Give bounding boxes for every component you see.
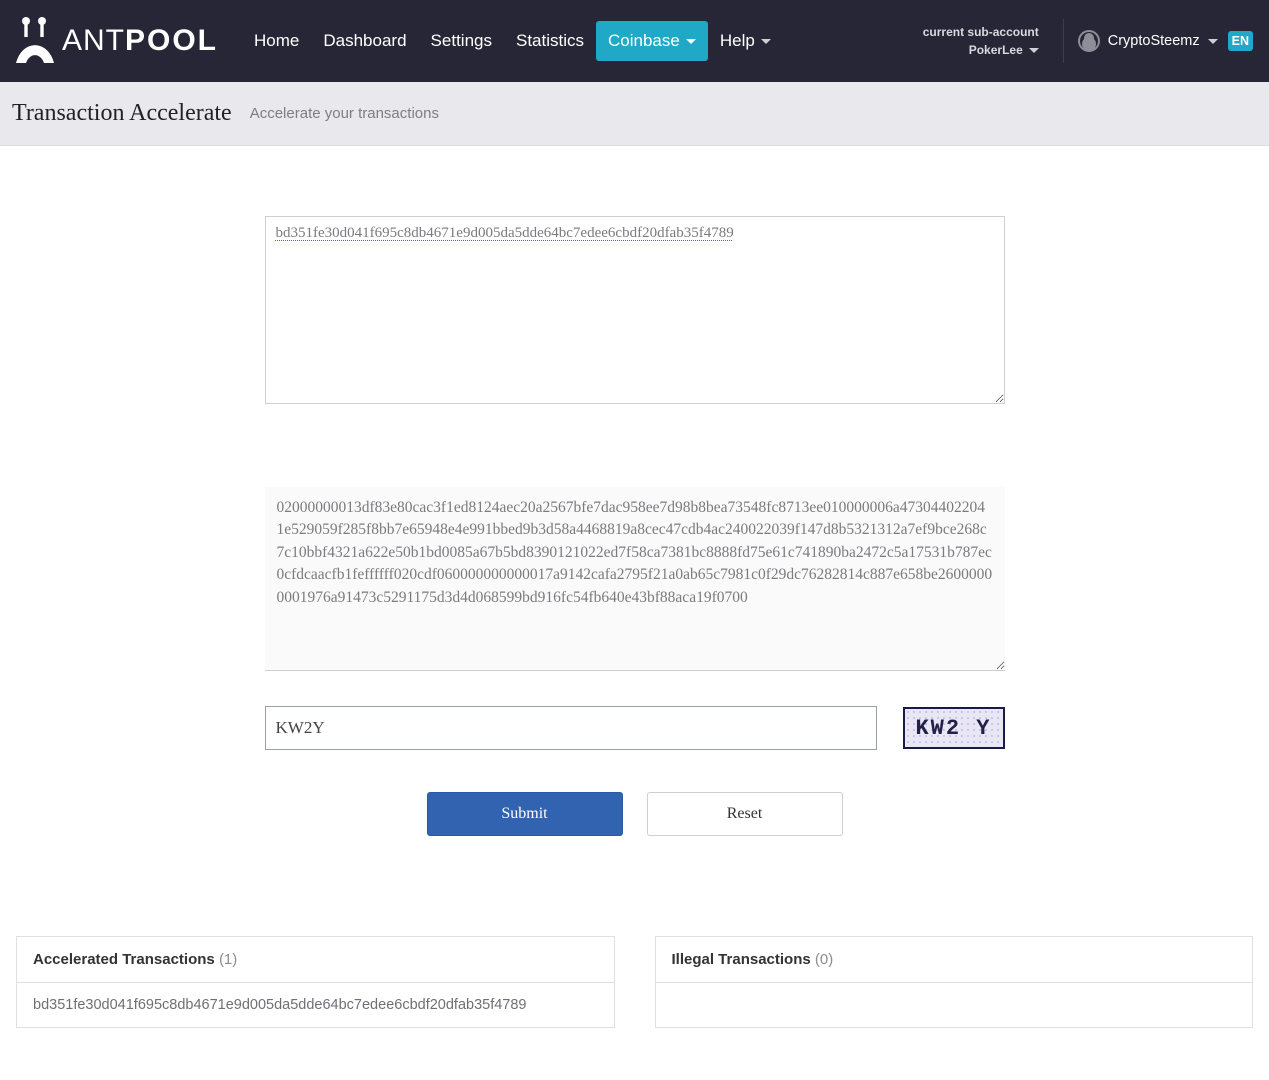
- captcha-image[interactable]: KW2 Y: [903, 707, 1005, 749]
- nav-help[interactable]: Help: [708, 21, 783, 61]
- caret-down-icon: [686, 39, 696, 44]
- rawtx-input[interactable]: [265, 487, 1005, 671]
- nav-settings[interactable]: Settings: [419, 21, 504, 61]
- page-subheader: Transaction Accelerate Accelerate your t…: [0, 82, 1269, 146]
- result-panels: Accelerated Transactions (1) bd351fe30d0…: [0, 896, 1269, 1068]
- reset-button[interactable]: Reset: [647, 792, 843, 836]
- illegal-title: Illegal Transactions: [672, 951, 811, 968]
- top-navbar: ANTPOOL Home Dashboard Settings Statisti…: [0, 0, 1269, 82]
- username-label: CryptoSteemz: [1108, 33, 1200, 49]
- accelerate-form: KW2 Y Submit Reset: [0, 146, 1269, 896]
- submit-button[interactable]: Submit: [427, 792, 623, 836]
- brand-logo[interactable]: ANTPOOL: [12, 15, 218, 67]
- captcha-row: KW2 Y: [265, 706, 1005, 750]
- nav-coinbase[interactable]: Coinbase: [596, 21, 708, 61]
- nav-dashboard[interactable]: Dashboard: [311, 21, 418, 61]
- illegal-count: (0): [815, 951, 833, 968]
- accelerated-panel-head: Accelerated Transactions (1): [17, 937, 614, 983]
- nav-coinbase-label: Coinbase: [608, 31, 680, 51]
- page-title: Transaction Accelerate: [12, 100, 232, 127]
- accelerated-title: Accelerated Transactions: [33, 951, 215, 968]
- nav-statistics[interactable]: Statistics: [504, 21, 596, 61]
- vertical-divider: [1063, 19, 1064, 63]
- caret-down-icon: [761, 39, 771, 44]
- language-switch[interactable]: EN: [1228, 31, 1253, 51]
- ant-logo-icon: [12, 15, 58, 67]
- nav-help-label: Help: [720, 31, 755, 51]
- caret-down-icon: [1208, 39, 1218, 44]
- user-menu[interactable]: CryptoSteemz: [1078, 30, 1218, 52]
- accelerated-panel: Accelerated Transactions (1) bd351fe30d0…: [16, 936, 615, 1028]
- sub-account-selector[interactable]: current sub-account PokerLee: [923, 23, 1039, 59]
- accelerated-count: (1): [219, 951, 237, 968]
- nav-home[interactable]: Home: [242, 21, 311, 61]
- txid-input[interactable]: [265, 216, 1005, 404]
- accelerated-row: bd351fe30d041f695c8db4671e9d005da5dde64b…: [17, 983, 614, 1027]
- avatar-icon: [1078, 30, 1100, 52]
- sub-account-label: current sub-account: [923, 23, 1039, 41]
- captcha-input[interactable]: [265, 706, 877, 750]
- sub-account-value: PokerLee: [969, 41, 1023, 59]
- illegal-panel-head: Illegal Transactions (0): [656, 937, 1253, 983]
- brand-text: ANTPOOL: [62, 24, 218, 58]
- illegal-panel: Illegal Transactions (0): [655, 936, 1254, 1028]
- form-buttons: Submit Reset: [265, 792, 1005, 836]
- caret-down-icon: [1029, 48, 1039, 53]
- page-subtitle: Accelerate your transactions: [250, 105, 439, 122]
- main-nav: Home Dashboard Settings Statistics Coinb…: [242, 21, 783, 61]
